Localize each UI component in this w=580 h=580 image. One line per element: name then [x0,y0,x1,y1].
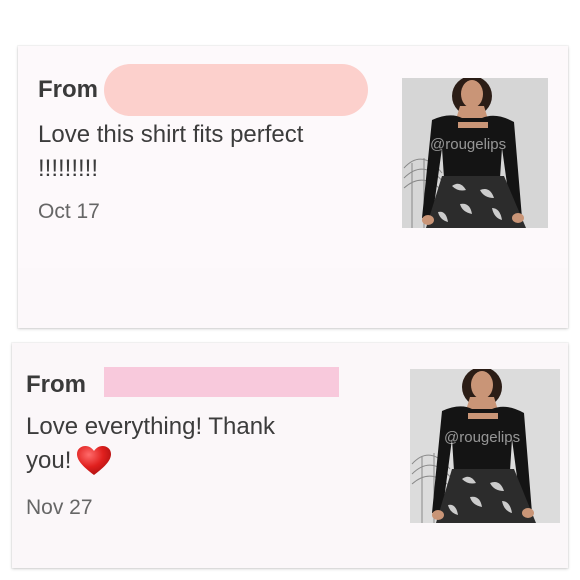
red-heart-icon [77,446,112,475]
watermark: @rougelips [444,429,521,446]
product-photo [410,369,560,523]
review-text-line: you! [26,447,72,474]
product-thumbnail[interactable]: @rougelips [410,369,560,523]
redacted-name [104,64,368,116]
review-text: Love everything! Thank you! [26,410,275,478]
review-card-2: From Love everything! Thank you! Nov 27 [12,343,568,568]
from-label: From [38,76,98,103]
redacted-name [104,367,339,397]
review-date: Nov 27 [26,496,93,519]
from-label: From [26,371,86,398]
review-text-line-with-heart: you! [26,444,275,478]
product-photo [402,78,548,228]
review-card-1: From Love this shirt fits perfect !!!!!!… [18,46,568,328]
from-row: From [38,76,98,104]
review-text-line: Love everything! Thank [26,413,276,440]
from-row: From [26,371,86,399]
watermark: @rougelips [430,136,507,153]
review-date: Oct 17 [38,200,100,223]
review-text: Love this shirt fits perfect !!!!!!!!! [38,118,303,186]
review-text-line: !!!!!!!!! [38,155,99,182]
product-thumbnail[interactable]: @rougelips [402,78,548,228]
review-text-line: Love this shirt fits perfect [38,121,304,148]
